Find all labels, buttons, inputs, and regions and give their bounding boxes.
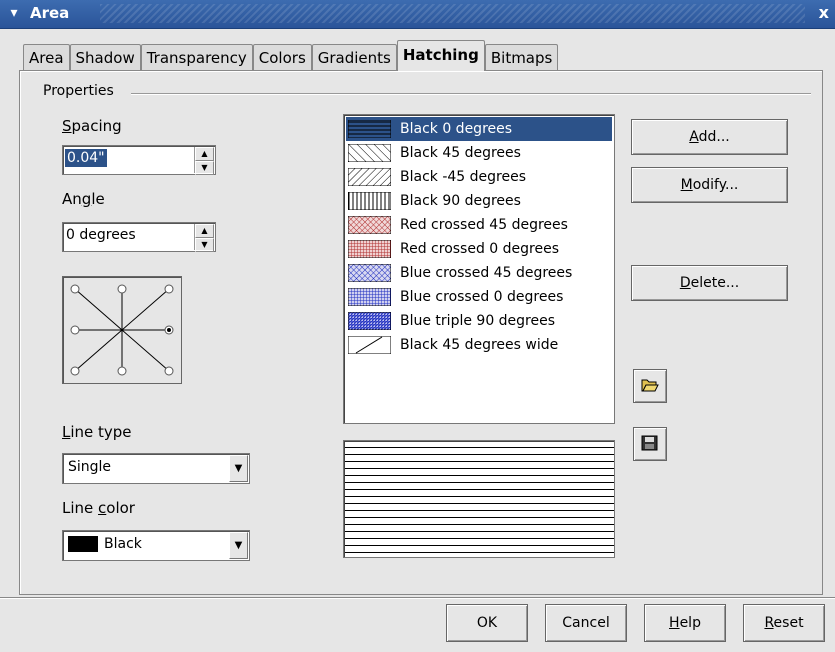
list-item-label: Black 45 degrees [400,145,521,161]
window-title: Area [30,4,70,22]
list-item-label: Black -45 degrees [400,169,526,185]
tab-colors[interactable]: Colors [252,44,312,71]
list-item[interactable]: Red crossed 0 degrees [346,237,612,261]
line-type-combo[interactable]: Single ▼ [62,453,250,484]
hatch-preview-icon [348,216,391,234]
list-item[interactable]: Black -45 degrees [346,165,612,189]
list-item[interactable]: Black 45 degrees [346,141,612,165]
spin-down-icon[interactable]: ▼ [195,161,214,175]
hatch-preview-icon [348,120,391,138]
hatch-preview-icon [348,144,391,162]
add-button[interactable]: Add... [631,119,788,155]
spin-up-icon[interactable]: ▲ [195,147,214,161]
spacing-label: Spacing [62,117,122,135]
list-item-label: Red crossed 45 degrees [400,217,568,233]
angle-spinbox[interactable]: 0 degrees ▲ ▼ [62,222,216,252]
tab-gradients[interactable]: Gradients [311,44,397,71]
list-item-label: Black 90 degrees [400,193,521,209]
window-menu-icon[interactable]: ▾ [6,5,22,21]
list-item-label: Blue crossed 45 degrees [400,265,573,281]
spacing-spinbox[interactable]: 0.04" ▲ ▼ [62,145,216,175]
chevron-down-icon[interactable]: ▼ [229,532,248,559]
hatch-preview-icon [348,312,391,330]
folder-open-icon [641,379,659,392]
angle-label: Angle [62,190,105,208]
line-color-label: Line color [62,499,135,517]
hatch-preview-icon [348,264,391,282]
line-color-value: Black [104,536,142,552]
hatch-preview-icon [348,240,391,258]
spacing-value[interactable]: 0.04" [65,149,107,167]
hatch-preview-icon [348,288,391,306]
list-item-label: Black 45 degrees wide [400,337,559,353]
tab-shadow[interactable]: Shadow [69,44,141,71]
tab-area[interactable]: Area [23,44,70,71]
list-item-label: Red crossed 0 degrees [400,241,560,257]
ok-button[interactable]: OK [446,604,528,642]
area-dialog: ▾ Area x Area Shadow Transparency Colors… [0,0,835,652]
angle-selector[interactable] [62,276,182,384]
list-item[interactable]: Red crossed 45 degrees [346,213,612,237]
save-hatches-button[interactable] [633,427,667,461]
hatch-preview-icon [348,336,391,354]
list-item-label: Blue crossed 0 degrees [400,289,564,305]
spin-up-icon[interactable]: ▲ [195,224,214,238]
tab-bar: Area Shadow Transparency Colors Gradient… [23,40,559,71]
chevron-down-icon[interactable]: ▼ [229,455,248,482]
list-item[interactable]: Blue crossed 45 degrees [346,261,612,285]
title-bar[interactable]: ▾ Area x [0,0,835,29]
properties-group-label: Properties [43,83,114,99]
cancel-button[interactable]: Cancel [545,604,627,642]
tab-hatching[interactable]: Hatching [396,40,485,71]
hatch-preview-icon [348,192,391,210]
angle-value[interactable]: 0 degrees [66,227,136,243]
close-icon[interactable]: x [819,3,829,22]
list-item-label: Black 0 degrees [400,121,513,137]
reset-button[interactable]: Reset [743,604,825,642]
line-color-combo[interactable]: Black ▼ [62,530,250,561]
angle-selector-graphic [70,284,174,376]
hatching-list[interactable]: Black 0 degrees Black 45 degrees Black -… [343,114,615,424]
color-swatch [68,536,98,552]
save-disk-icon [641,435,658,451]
tab-transparency[interactable]: Transparency [140,44,253,71]
title-bar-stripes [100,4,805,23]
line-type-value: Single [68,459,112,475]
delete-button[interactable]: Delete... [631,265,788,301]
help-button[interactable]: Help [644,604,726,642]
list-item-label: Blue triple 90 degrees [400,313,556,329]
list-item[interactable]: Blue triple 90 degrees [346,309,612,333]
list-item[interactable]: Black 45 degrees wide [346,333,612,357]
modify-button[interactable]: Modify... [631,167,788,203]
line-type-label: Line type [62,423,132,441]
footer-divider [0,597,835,599]
tab-bitmaps[interactable]: Bitmaps [484,44,559,71]
properties-divider [131,93,811,95]
spin-down-icon[interactable]: ▼ [195,238,214,252]
list-item[interactable]: Black 90 degrees [346,189,612,213]
list-item[interactable]: Black 0 degrees [346,117,612,141]
list-item[interactable]: Blue crossed 0 degrees [346,285,612,309]
load-hatches-button[interactable] [633,369,667,403]
hatch-preview [343,440,615,558]
hatch-preview-icon [348,168,391,186]
